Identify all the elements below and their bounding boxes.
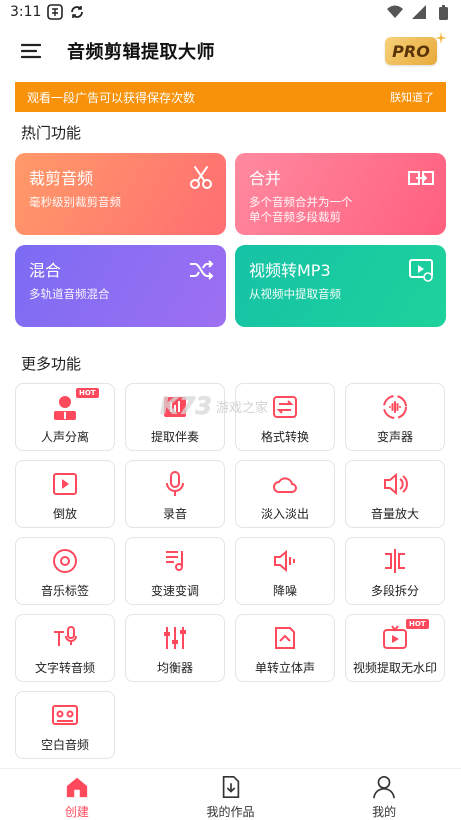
battery-icon — [435, 4, 451, 20]
feature-tile[interactable]: 音量放大 — [345, 460, 445, 528]
app-badge-icon — [47, 4, 64, 20]
card-title: 合并 — [249, 169, 282, 188]
voice-changer-icon — [383, 395, 407, 419]
split-icon — [385, 549, 405, 573]
card-desc: 毫秒级别裁剪音频 — [29, 195, 121, 209]
feature-label: 空白音频 — [40, 738, 89, 752]
feature-label: 人声分离 — [40, 430, 89, 444]
feature-tile[interactable]: 音乐标签 — [15, 537, 115, 605]
cloud-icon — [273, 477, 297, 493]
feature-tile[interactable]: 录音 — [125, 460, 225, 528]
feature-label: 降噪 — [272, 584, 297, 598]
shuffle-icon — [190, 260, 214, 280]
feature-tile[interactable]: 空白音频 — [15, 691, 115, 759]
equalizer-icon — [164, 627, 186, 649]
feature-label: 单转立体声 — [254, 661, 315, 675]
card-desc: 从视频中提取音频 — [249, 287, 341, 301]
extract-accompaniment-icon — [164, 397, 186, 417]
nav-mine[interactable]: 我的 — [307, 769, 461, 820]
feature-tile[interactable]: 淡入淡出 — [235, 460, 335, 528]
feature-tile[interactable]: 单转立体声 — [235, 614, 335, 682]
microphone-icon — [166, 471, 184, 496]
feature-label: 倒放 — [52, 507, 77, 521]
feature-tile[interactable]: 变声器 — [345, 383, 445, 451]
feature-label: 视频提取无水印 — [352, 661, 437, 675]
card-merge[interactable]: 合并 多个音频合并为一个 单个音频多段裁剪 — [235, 153, 446, 235]
noise-reduce-icon — [274, 549, 295, 573]
scissors-icon — [190, 166, 212, 189]
feature-label: 变声器 — [376, 430, 413, 444]
status-time: 3:11 — [10, 4, 42, 20]
video-extract-icon — [383, 625, 407, 649]
download-file-icon — [222, 776, 239, 798]
feature-tile[interactable]: 降噪 — [235, 537, 335, 605]
feature-tile[interactable]: 格式转换 — [235, 383, 335, 451]
card-title: 混合 — [29, 261, 62, 280]
feature-tile[interactable]: 提取伴奏 — [125, 383, 225, 451]
vocal-separate-icon — [54, 396, 76, 420]
hot-section-title: 热门功能 — [21, 124, 82, 142]
card-desc: 多个音频合并为一个 单个音频多段裁剪 — [249, 195, 353, 224]
hot-badge: HOT — [76, 388, 99, 398]
app-bar: 音频剪辑提取大师 PRO — [0, 24, 461, 78]
feature-tile[interactable]: 变速变调 — [125, 537, 225, 605]
feature-label: 提取伴奏 — [150, 430, 199, 444]
feature-label: 多段拆分 — [370, 584, 419, 598]
feature-label: 文字转音频 — [34, 661, 95, 675]
nav-label: 我的作品 — [206, 805, 255, 819]
video-to-audio-icon — [409, 259, 433, 282]
signal-icon — [411, 4, 427, 20]
card-title: 裁剪音频 — [29, 169, 94, 188]
notice-dismiss-button[interactable]: 朕知道了 — [390, 89, 434, 105]
feature-label: 均衡器 — [156, 661, 193, 675]
nav-label: 我的 — [372, 805, 397, 819]
card-trim-audio[interactable]: 裁剪音频 毫秒级别裁剪音频 — [15, 153, 226, 235]
bottom-nav: 创建 我的作品 我的 — [0, 768, 461, 820]
more-section-title: 更多功能 — [21, 355, 82, 373]
wifi-icon — [387, 4, 403, 20]
card-mix[interactable]: 混合 多轨道音频混合 — [15, 245, 226, 327]
text-to-speech-icon — [54, 626, 77, 646]
card-video-to-mp3[interactable]: 视频转MP3 从视频中提取音频 — [235, 245, 446, 327]
feature-tile[interactable]: 均衡器 — [125, 614, 225, 682]
feature-label: 变速变调 — [150, 584, 199, 598]
feature-tile[interactable]: 倒放 — [15, 460, 115, 528]
cassette-icon — [52, 705, 78, 725]
feature-label: 格式转换 — [260, 430, 309, 444]
nav-label: 创建 — [64, 805, 89, 819]
user-icon — [373, 776, 396, 799]
merge-icon — [408, 171, 434, 185]
feature-tile[interactable]: 文字转音频 — [15, 614, 115, 682]
app-title: 音频剪辑提取大师 — [67, 42, 215, 63]
feature-label: 淡入淡出 — [260, 507, 309, 521]
menu-icon[interactable] — [18, 39, 44, 63]
nav-create[interactable]: 创建 — [0, 769, 154, 820]
notice-text: 观看一段广告可以获得保存次数 — [27, 90, 196, 105]
feature-tile[interactable]: 多段拆分 — [345, 537, 445, 605]
reverse-play-icon — [53, 473, 77, 495]
sync-icon — [69, 4, 85, 20]
hot-badge: HOT — [406, 619, 429, 629]
ad-notice-banner: 观看一段广告可以获得保存次数 朕知道了 — [15, 82, 446, 112]
nav-my-works[interactable]: 我的作品 — [154, 769, 308, 820]
mono-to-stereo-icon — [275, 627, 295, 649]
card-title: 视频转MP3 — [249, 261, 331, 280]
feature-label: 音量放大 — [370, 507, 419, 521]
status-bar: 3:11 — [0, 0, 461, 24]
pro-badge[interactable]: PRO — [385, 37, 437, 65]
feature-label: 音乐标签 — [40, 584, 89, 598]
card-desc: 多轨道音频混合 — [29, 287, 110, 301]
volume-up-icon — [384, 472, 408, 496]
feature-label: 录音 — [162, 507, 187, 521]
sparkle-icon — [435, 32, 447, 44]
feature-tile[interactable]: 人声分离 HOT — [15, 383, 115, 451]
music-note-icon — [166, 551, 183, 571]
format-convert-icon — [273, 396, 297, 418]
feature-tile[interactable]: 视频提取无水印 HOT — [345, 614, 445, 682]
music-disc-icon — [53, 549, 77, 573]
home-icon — [66, 777, 87, 798]
